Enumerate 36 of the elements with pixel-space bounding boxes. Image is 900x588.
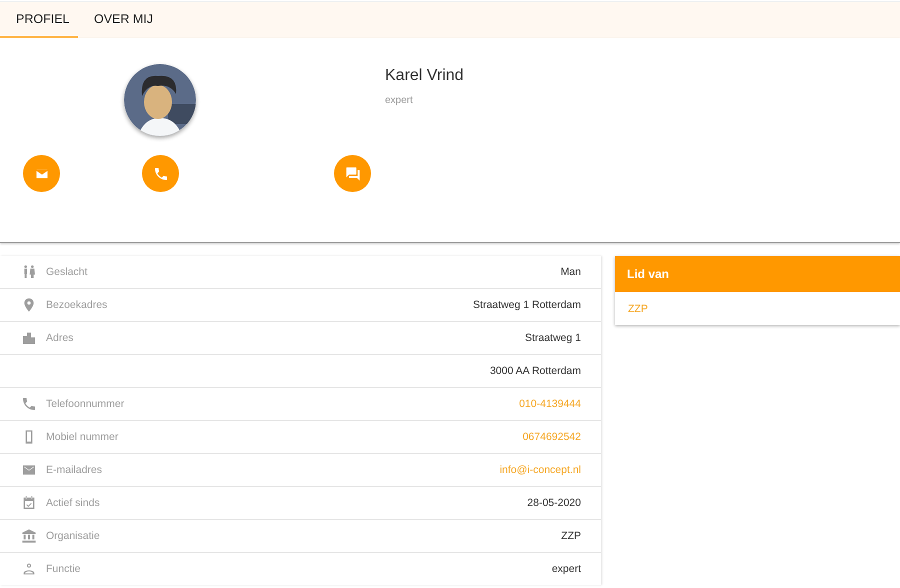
field-label: Functie <box>46 563 80 575</box>
field-value: Straatweg 1 Rotterdam <box>473 299 582 311</box>
avatar <box>124 64 196 136</box>
field-label: Actief sinds <box>46 497 100 509</box>
field-link[interactable]: 010-4139444 <box>519 398 601 410</box>
email-button[interactable] <box>23 155 60 192</box>
field-value: Straatweg 1 <box>524 332 582 344</box>
buildings-icon <box>21 330 37 346</box>
profile-role: expert <box>385 95 414 106</box>
group-link[interactable]: ZZP <box>615 292 900 326</box>
field-value: Man <box>560 266 582 278</box>
calendar-icon <box>21 495 37 511</box>
field-link[interactable]: 0674692542 <box>522 431 601 443</box>
message-button[interactable] <box>334 155 371 192</box>
field-value: expert <box>552 563 582 575</box>
field-label: Geslacht <box>46 266 88 278</box>
field-label: Adres <box>46 332 74 344</box>
field-value: 28-05-2020 <box>527 497 582 509</box>
field-value: ZZP <box>561 530 582 542</box>
tab[interactable]: OVER MIJ <box>78 2 170 38</box>
field-value: 3000 AA Rotterdam <box>490 365 582 377</box>
field-label: Telefoonnummer <box>46 398 124 410</box>
person-icon <box>21 561 37 577</box>
field-link[interactable]: info@i-concept.nl <box>500 464 601 476</box>
phone-icon <box>21 396 37 412</box>
profile-name: Karel Vrind <box>385 67 464 85</box>
bank-icon <box>21 528 37 544</box>
phone-icon <box>152 166 168 182</box>
field-label: Mobiel nummer <box>46 431 118 443</box>
chat-icon <box>344 166 360 182</box>
field-label: Bezoekadres <box>46 299 108 311</box>
call-button[interactable] <box>142 155 179 192</box>
field-label: E-mailadres <box>46 464 102 476</box>
card-header: Lid van <box>615 256 900 292</box>
field-label: Organisatie <box>46 530 100 542</box>
tab[interactable]: PROFIEL <box>0 2 78 38</box>
